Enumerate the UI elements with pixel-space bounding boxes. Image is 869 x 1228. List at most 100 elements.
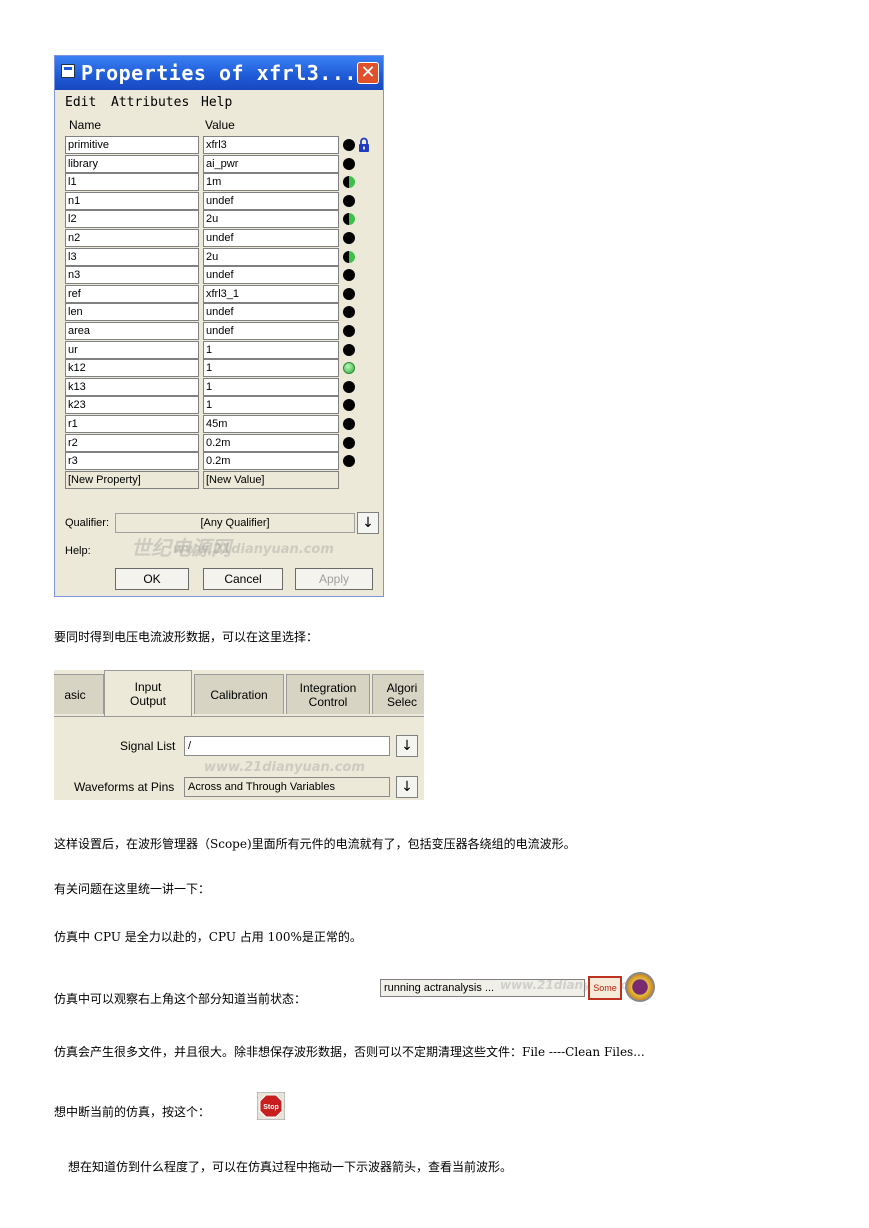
property-row[interactable]: l2 2u [65, 210, 385, 229]
black-status-dot-icon[interactable] [343, 436, 355, 449]
property-value[interactable]: 0.2m [203, 433, 339, 452]
property-name[interactable]: k23 [65, 396, 199, 415]
property-row[interactable]: k12 1 [65, 359, 385, 378]
property-row[interactable]: k23 1 [65, 396, 385, 415]
tab-calibration[interactable]: Calibration [194, 674, 284, 714]
property-row[interactable]: n2 undef [65, 229, 385, 247]
new-property-value[interactable]: [New Value] [203, 470, 339, 489]
ok-button[interactable]: OK [115, 568, 189, 590]
property-row[interactable]: r1 45m [65, 415, 385, 433]
property-row[interactable]: library ai_pwr [65, 154, 385, 173]
property-value[interactable]: undef [203, 229, 339, 247]
property-row[interactable]: n1 undef [65, 191, 385, 210]
tab-basic[interactable]: asic [54, 674, 104, 714]
property-name[interactable]: l1 [65, 173, 199, 192]
cancel-button[interactable]: Cancel [203, 568, 283, 590]
green-status-dot-icon[interactable] [343, 362, 355, 375]
black-status-dot-icon[interactable] [343, 399, 355, 412]
window-icon [61, 64, 75, 78]
property-name[interactable]: k12 [65, 359, 199, 378]
tab-algorithm-selection[interactable]: Algori Selec [372, 674, 424, 714]
property-value[interactable]: undef [203, 191, 339, 210]
property-row[interactable]: ref xfrl3_1 [65, 284, 385, 303]
paragraph-5: 仿真中可以观察右上角这个部分知道当前状态： [54, 992, 307, 1006]
black-status-dot-icon[interactable] [343, 380, 355, 393]
property-name[interactable]: ref [65, 284, 199, 303]
stop-icon[interactable]: Stop [257, 1092, 285, 1120]
signal-list-input[interactable]: / [184, 736, 390, 756]
property-value[interactable]: 1 [203, 340, 339, 359]
black-status-dot-icon[interactable] [343, 418, 355, 430]
property-value[interactable]: undef [203, 322, 339, 340]
black-status-dot-icon[interactable] [343, 157, 355, 170]
property-value[interactable]: 2u [203, 247, 339, 266]
property-value[interactable]: 1 [203, 377, 339, 396]
black-status-dot-icon[interactable] [343, 306, 355, 319]
paragraph-7: 想中断当前的仿真，按这个： [54, 1105, 211, 1119]
property-name[interactable]: r2 [65, 433, 199, 452]
property-row[interactable]: k13 1 [65, 377, 385, 396]
property-row[interactable]: area undef [65, 322, 385, 340]
black-status-dot-icon[interactable] [343, 269, 355, 282]
half-status-dot-icon[interactable] [343, 213, 355, 226]
property-name[interactable]: primitive [65, 136, 199, 154]
close-button[interactable]: ✕ [357, 62, 379, 84]
property-value[interactable]: 45m [203, 415, 339, 433]
property-value[interactable]: 2u [203, 210, 339, 229]
new-property-row[interactable]: [New Property] [New Value] [65, 470, 385, 489]
property-name[interactable]: l3 [65, 247, 199, 266]
waveforms-select[interactable]: Across and Through Variables [184, 777, 390, 797]
tab-integration-control[interactable]: Integration Control [286, 674, 370, 714]
menu-help[interactable]: Help [201, 95, 232, 110]
property-value[interactable]: ai_pwr [203, 154, 339, 173]
qualifier-dropdown-arrow-icon[interactable]: ↓ [357, 512, 379, 534]
property-row[interactable]: r2 0.2m [65, 433, 385, 452]
property-name[interactable]: r1 [65, 415, 199, 433]
property-value[interactable]: xfrl3 [203, 136, 339, 154]
qualifier-select[interactable]: [Any Qualifier] [115, 513, 355, 533]
property-name[interactable]: len [65, 303, 199, 322]
property-value[interactable]: 0.2m [203, 452, 339, 471]
property-row[interactable]: l3 2u [65, 247, 385, 266]
tab-input-output[interactable]: Input Output [104, 670, 192, 716]
waveforms-dropdown-icon[interactable]: ↓ [396, 776, 418, 798]
property-name[interactable]: n3 [65, 266, 199, 285]
property-value[interactable]: 1 [203, 396, 339, 415]
property-name[interactable]: l2 [65, 210, 199, 229]
apply-button[interactable]: Apply [295, 568, 373, 590]
property-name[interactable]: area [65, 322, 199, 340]
property-name[interactable]: n1 [65, 191, 199, 210]
dialog-title-bar[interactable]: Properties of xfrl3... ✕ [55, 56, 383, 90]
property-name[interactable]: n2 [65, 229, 199, 247]
property-value[interactable]: undef [203, 266, 339, 285]
property-value[interactable]: 1m [203, 173, 339, 192]
black-status-dot-icon[interactable] [343, 287, 355, 300]
property-name[interactable]: ur [65, 340, 199, 359]
property-name[interactable]: r3 [65, 452, 199, 471]
property-value[interactable]: xfrl3_1 [203, 284, 339, 303]
black-status-dot-icon[interactable] [343, 325, 355, 337]
property-name[interactable]: library [65, 154, 199, 173]
property-row[interactable]: ur 1 [65, 340, 385, 359]
half-status-dot-icon[interactable] [343, 250, 355, 263]
half-status-dot-icon[interactable] [343, 176, 355, 189]
menu-edit[interactable]: Edit [65, 95, 96, 110]
status-button[interactable]: Some [588, 976, 622, 1000]
property-row[interactable]: len undef [65, 303, 385, 322]
property-row[interactable]: primitive xfrl3 [65, 136, 385, 154]
black-status-dot-icon[interactable] [343, 194, 355, 207]
property-row[interactable]: n3 undef [65, 266, 385, 285]
property-value[interactable]: 1 [203, 359, 339, 378]
properties-dialog: Properties of xfrl3... ✕ Edit Attributes… [54, 55, 384, 597]
menu-attributes[interactable]: Attributes [111, 95, 189, 110]
black-status-dot-icon[interactable] [343, 232, 355, 244]
black-status-dot-icon[interactable] [343, 343, 355, 356]
black-status-dot-icon[interactable] [343, 455, 355, 468]
signal-list-dropdown-icon[interactable]: ↓ [396, 735, 418, 757]
property-name[interactable]: k13 [65, 377, 199, 396]
property-row[interactable]: r3 0.2m [65, 452, 385, 471]
new-property-name[interactable]: [New Property] [65, 470, 199, 489]
black-status-dot-icon[interactable] [343, 139, 355, 151]
property-value[interactable]: undef [203, 303, 339, 322]
property-row[interactable]: l1 1m [65, 173, 385, 192]
